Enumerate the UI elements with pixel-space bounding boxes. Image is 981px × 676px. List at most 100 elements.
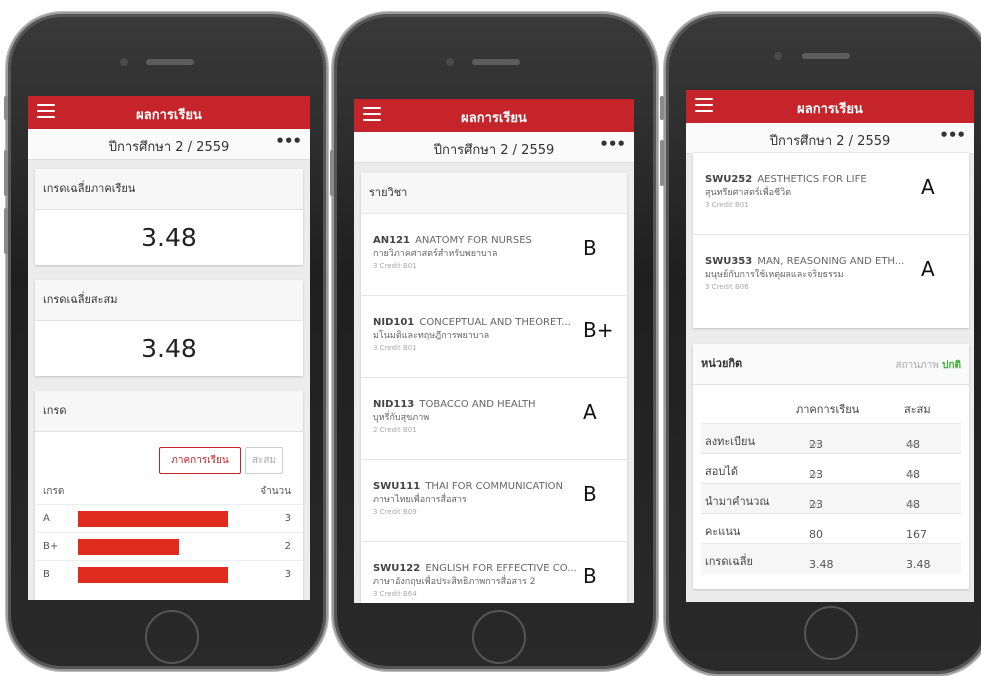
credits-row: คะแนน 80 167 xyxy=(701,513,961,544)
course-name-en: ANATOMY FOR NURSES xyxy=(415,235,532,246)
grade-label: B xyxy=(43,569,50,580)
course-title: SWU353 MAN, REASONING AND ETH... xyxy=(705,249,915,268)
volume-button xyxy=(330,150,334,196)
course-name-en: ENGLISH FOR EFFECTIVE CO... xyxy=(425,563,577,574)
course-row[interactable]: AN121 ANATOMY FOR NURSES กายวิภาคศาสตร์สำ… xyxy=(361,213,627,296)
cumulative-column-header: สะสม xyxy=(904,403,931,416)
course-code: NID101 xyxy=(373,317,415,328)
course-row[interactable]: SWU122 ENGLISH FOR EFFECTIVE CO... ภาษาอั… xyxy=(361,541,627,603)
more-options-icon[interactable]: ••• xyxy=(599,135,626,153)
semester-number: 3.48 xyxy=(809,558,834,571)
cumulative-gpa-card: เกรดเฉลี่ยสะสม 3.48 xyxy=(35,280,303,376)
course-grade: B xyxy=(583,482,597,506)
academic-year[interactable]: ปีการศึกษา 2 / 2559 xyxy=(686,130,974,151)
course-code: SWU111 xyxy=(373,481,421,492)
course-grade: B+ xyxy=(583,318,614,342)
course-code: SWU122 xyxy=(373,563,421,574)
course-name-th: บุหรี่กับสุขภาพ xyxy=(373,413,430,423)
semester-unit: นก. xyxy=(809,470,822,479)
home-button[interactable] xyxy=(145,610,199,664)
semester-unit: นก. xyxy=(809,440,822,449)
semester-gpa-value: 3.48 xyxy=(141,223,197,252)
front-camera xyxy=(446,58,454,66)
grade-column-header: เกรด xyxy=(43,486,65,497)
credits-row-label: ลงทะเบียน xyxy=(705,435,755,448)
semester-column-header: ภาคการเรียน xyxy=(796,403,860,416)
credits-row: สอบได้ 23 นก. 48 นก. xyxy=(701,453,961,484)
course-name-en: CONCEPTUAL AND THEORET... xyxy=(419,317,571,328)
course-credit: 3 Credit B01 xyxy=(373,344,417,352)
credits-row-label: นำมาคำนวณ xyxy=(705,495,770,508)
academic-year[interactable]: ปีการศึกษา 2 / 2559 xyxy=(28,136,310,157)
course-name-th: ภาษาอังกฤษเพื่อประสิทธิภาพการสื่อสาร 2 xyxy=(373,577,536,587)
credits-row-label: คะแนน xyxy=(705,525,741,538)
semester-gpa-card: เกรดเฉลี่ยภาคเรียน 3.48 xyxy=(35,169,303,265)
course-name-en: THAI FOR COMMUNICATION xyxy=(425,481,563,492)
course-code: SWU353 xyxy=(705,256,753,267)
course-row[interactable]: NID113 TOBACCO AND HEALTH บุหรี่กับสุขภาพ… xyxy=(361,377,627,460)
front-camera xyxy=(774,52,782,60)
course-grade: A xyxy=(583,400,597,424)
app-bar: ผลการเรียน xyxy=(686,90,974,123)
cumulative-unit: นก. xyxy=(906,470,919,479)
status-value: ปกติ xyxy=(942,360,961,371)
course-name-en: TOBACCO AND HEALTH xyxy=(419,399,536,410)
cumulative-unit: นก. xyxy=(906,440,919,449)
home-button[interactable] xyxy=(472,610,526,664)
course-name-en: AESTHETICS FOR LIFE xyxy=(757,174,867,185)
app-title: ผลการเรียน xyxy=(797,102,863,117)
credits-row-label: เกรดเฉลี่ย xyxy=(705,555,753,568)
course-credit: 3 Credit B06 xyxy=(705,283,749,291)
status-indicator: สถานภาพ ปกติ xyxy=(895,358,961,373)
course-code: SWU252 xyxy=(705,174,753,185)
grade-bar xyxy=(78,539,179,555)
grade-distribution-card: เกรด ภาคการเรียน สะสม เกรด จำนวน A 3 B+ 2 B 3 xyxy=(35,391,303,600)
more-options-icon[interactable]: ••• xyxy=(939,126,966,144)
course-title: NID101 CONCEPTUAL AND THEORET... xyxy=(373,310,577,329)
credits-row-label: สอบได้ xyxy=(705,465,738,478)
course-credit: 3 Credit B01 xyxy=(373,262,417,270)
semester-number: 80 xyxy=(809,528,823,541)
course-list: AN121 ANATOMY FOR NURSES กายวิภาคศาสตร์สำ… xyxy=(361,213,627,603)
app-bar: ผลการเรียน xyxy=(28,96,310,129)
cumulative-toggle-button[interactable]: สะสม xyxy=(245,447,283,474)
cumulative-gpa-value: 3.48 xyxy=(141,334,197,363)
semester-gpa-label: เกรดเฉลี่ยภาคเรียน xyxy=(35,169,303,210)
course-credit: 3 Credit B09 xyxy=(373,508,417,516)
grade-bar xyxy=(78,567,228,583)
semester-toggle-button[interactable]: ภาคการเรียน xyxy=(159,447,241,474)
grade-section-label: เกรด xyxy=(35,391,303,432)
app-title: ผลการเรียน xyxy=(461,111,527,126)
credits-row: นำมาคำนวณ 23 นก. 48 นก. xyxy=(701,483,961,514)
volume-button xyxy=(660,96,664,120)
course-title: AN121 ANATOMY FOR NURSES xyxy=(373,228,577,247)
course-row[interactable]: SWU111 THAI FOR COMMUNICATION ภาษาไทยเพื่… xyxy=(361,459,627,542)
course-title: SWU252 AESTHETICS FOR LIFE xyxy=(705,167,915,186)
volume-button xyxy=(660,140,664,186)
grade-bar-row: B+ 2 xyxy=(35,532,303,561)
course-list-card: รายวิชา AN121 ANATOMY FOR NURSES กายวิภาค… xyxy=(361,173,627,603)
screen-summary: ผลการเรียน ปีการศึกษา 2 / 2559 ••• เกรดเ… xyxy=(28,96,310,600)
credits-row: ลงทะเบียน 23 นก. 48 นก. xyxy=(701,423,961,454)
course-name-th: สุนทรียศาสตร์เพื่อชีวิต xyxy=(705,188,792,198)
home-button[interactable] xyxy=(804,606,858,660)
course-row[interactable]: NID101 CONCEPTUAL AND THEORET... มโนมติแล… xyxy=(361,295,627,378)
course-credit: 3 Credit B01 xyxy=(705,201,749,209)
course-row[interactable]: SWU252 AESTHETICS FOR LIFE สุนทรียศาสตร์เ… xyxy=(693,152,969,235)
course-row[interactable]: SWU353 MAN, REASONING AND ETH... มนุษย์กั… xyxy=(693,234,969,317)
course-credit: 2 Credit B01 xyxy=(373,426,417,434)
grade-bar-row: A3 xyxy=(35,504,303,533)
grade-label: B+ xyxy=(43,541,59,552)
front-camera xyxy=(120,58,128,66)
grade-bar-row: B3 xyxy=(35,560,303,589)
more-options-icon[interactable]: ••• xyxy=(275,132,302,150)
semester-unit: นก. xyxy=(809,500,822,509)
app-bar: ผลการเรียน xyxy=(354,99,634,132)
academic-year[interactable]: ปีการศึกษา 2 / 2559 xyxy=(354,139,634,160)
year-bar: ปีการศึกษา 2 / 2559 ••• xyxy=(28,129,310,160)
course-code: NID113 xyxy=(373,399,415,410)
course-title: SWU122 ENGLISH FOR EFFECTIVE CO... xyxy=(373,556,577,575)
earpiece-speaker xyxy=(146,59,194,65)
status-label: สถานภาพ xyxy=(895,360,939,371)
course-grade: A xyxy=(921,257,935,281)
